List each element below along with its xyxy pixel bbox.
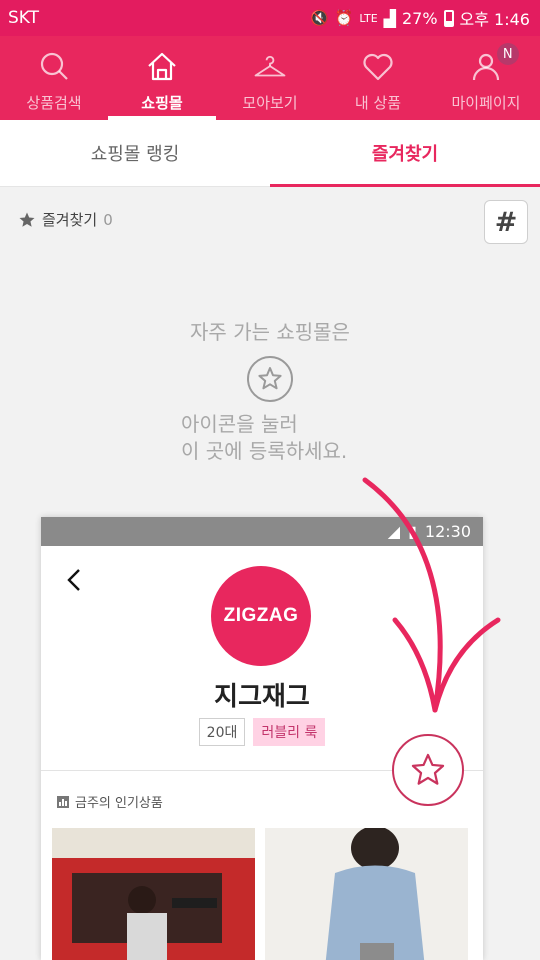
- car-photo: [52, 828, 255, 960]
- guide-text-line1: 자주 가는 쇼핑몰은: [190, 320, 350, 344]
- battery-icon: [443, 9, 454, 27]
- nav-item-collection[interactable]: 모아보기: [216, 36, 324, 120]
- nav-label-search: 상품검색: [26, 94, 82, 112]
- heart-icon: [363, 53, 393, 81]
- guide-text: 아이콘을 눌러 이 곳에 등록하세요.: [181, 411, 347, 465]
- bar-chart-icon: [57, 795, 69, 808]
- status-bar: SKT 🔇 ⏰ LTE ▟ 27% 오후 1:46: [0, 0, 540, 36]
- nav-item-search[interactable]: 상품검색: [0, 36, 108, 120]
- store-icon: [148, 52, 176, 81]
- top-navigation: 상품검색 쇼핑몰 모아보기 내 상품 N 마이페이지: [0, 36, 540, 120]
- favorites-count: 0: [103, 210, 113, 229]
- clock: 오후 1:46: [459, 10, 530, 29]
- pointing-arrow: [362, 477, 501, 713]
- favorites-header: 즐겨찾기 0: [18, 209, 113, 230]
- nav-label-my-page: 마이페이지: [451, 94, 521, 112]
- nav-item-my-products[interactable]: 내 상품: [324, 36, 432, 120]
- guide-text-line3: 이 곳에 등록하세요.: [181, 439, 348, 463]
- tag-style: 러블리 룩: [253, 718, 326, 746]
- network-label: LTE: [359, 11, 378, 25]
- battery-percent: 27%: [401, 8, 438, 28]
- weekly-popular-header: 금주의 인기상품: [57, 792, 163, 811]
- shop-logo: ZIGZAG: [211, 566, 311, 666]
- nav-item-my-page[interactable]: N 마이페이지: [432, 36, 540, 120]
- alarm-icon: ⏰: [334, 9, 354, 27]
- favorites-label: 즐겨찾기: [42, 211, 98, 229]
- hashtag-button[interactable]: #: [484, 200, 528, 244]
- nav-item-shopping-mall[interactable]: 쇼핑몰: [108, 36, 216, 120]
- back-arrow-icon: [67, 569, 80, 591]
- product-thumbnail: [52, 828, 255, 960]
- nav-label-my-products: 내 상품: [354, 94, 402, 112]
- favorite-star-button[interactable]: [392, 734, 464, 806]
- weekly-popular-label: 금주의 인기상품: [75, 796, 163, 811]
- signal-icon: ▟: [383, 8, 396, 28]
- product-thumbnail: [265, 828, 468, 960]
- nav-label-collection: 모아보기: [242, 94, 298, 112]
- guide-text-line2: 아이콘을 눌러: [181, 412, 298, 436]
- new-badge: N: [496, 43, 519, 65]
- sub-tabs: 쇼핑몰 랭킹 즐겨찾기: [0, 120, 540, 187]
- hanger-icon: [254, 55, 286, 77]
- tab-mall-ranking[interactable]: 쇼핑몰 랭킹: [0, 120, 270, 186]
- nav-label-shopping-mall: 쇼핑몰: [141, 94, 183, 112]
- tab-favorites[interactable]: 즐겨찾기: [270, 120, 540, 187]
- tag-age: 20대: [198, 718, 246, 746]
- search-icon: [40, 52, 68, 80]
- status-icons: 🔇 ⏰ LTE ▟ 27% 오후 1:46: [310, 6, 530, 30]
- shop-logo-text: ZIGZAG: [223, 605, 299, 626]
- star-outline-icon: [411, 753, 445, 785]
- sweater-photo: [265, 828, 468, 960]
- carrier-label: SKT: [8, 8, 40, 28]
- star-icon: [19, 212, 35, 227]
- star-outline-icon: [247, 356, 293, 402]
- mute-icon: 🔇: [309, 9, 329, 27]
